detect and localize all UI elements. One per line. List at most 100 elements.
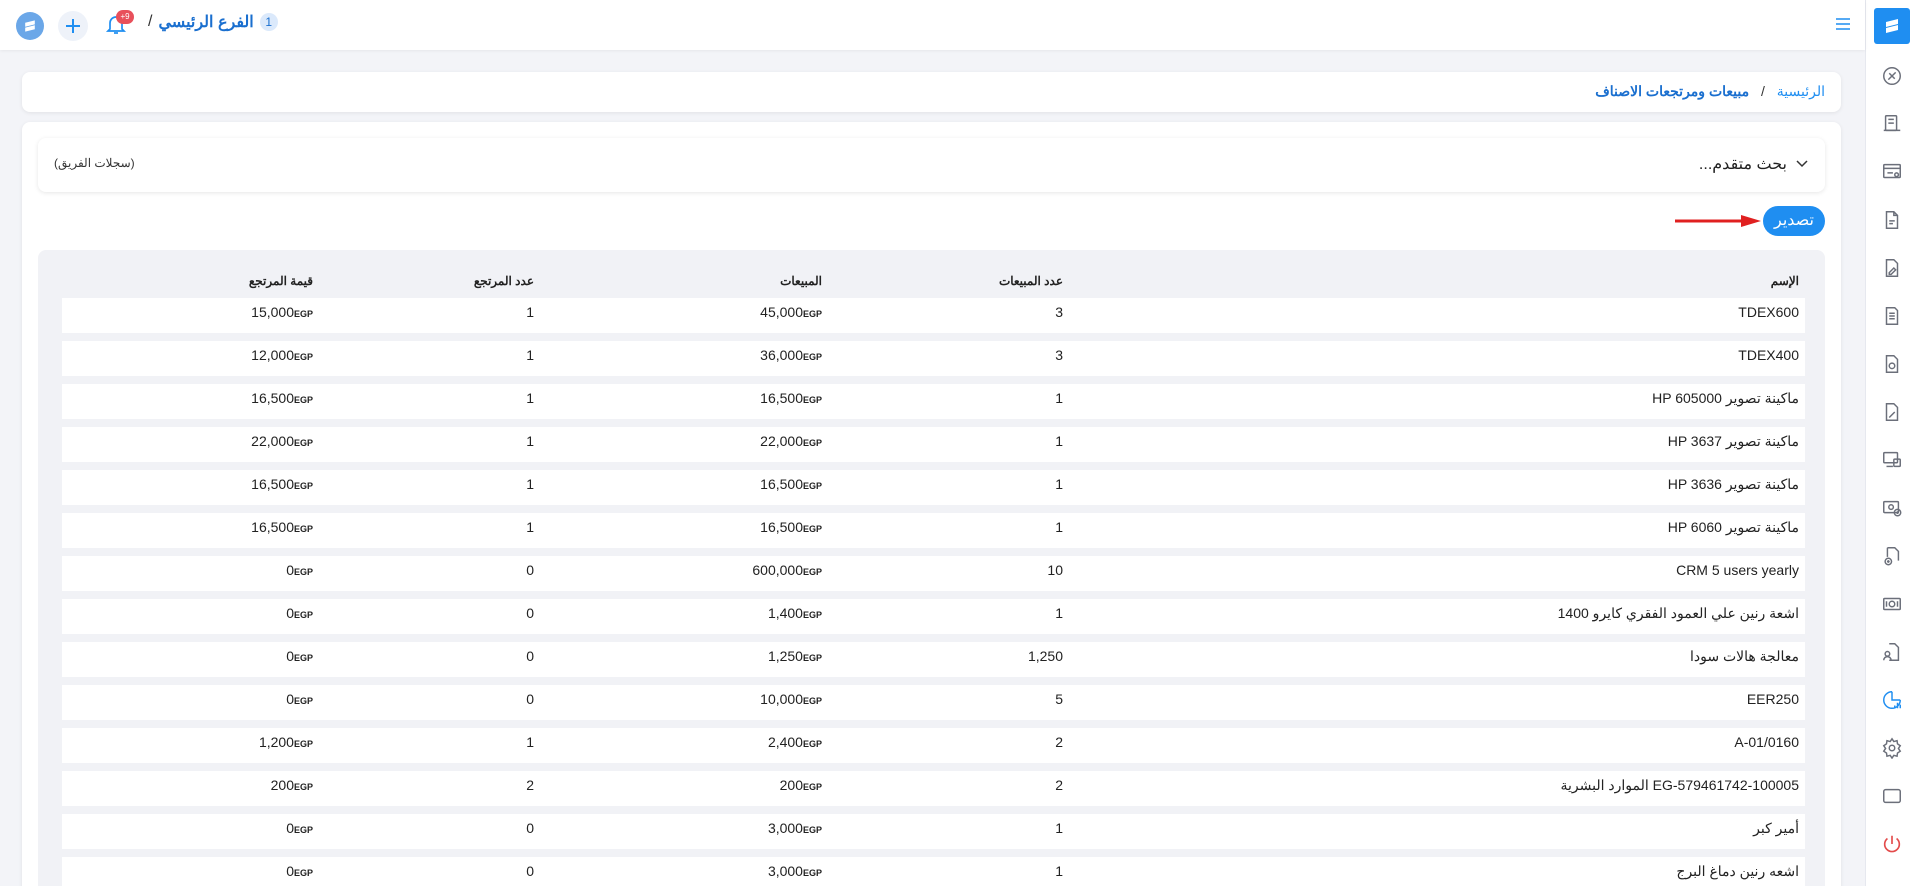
money-add-icon[interactable] (1865, 484, 1919, 532)
breadcrumb-separator: / (1760, 83, 1765, 99)
cell-sales-count-value: 1 (1055, 433, 1063, 449)
gear-icon[interactable] (1865, 724, 1919, 772)
brand-logo-icon[interactable] (16, 12, 44, 40)
window-icon[interactable] (1865, 772, 1919, 820)
cell-name: EER250 (1747, 691, 1799, 707)
cell-returns-value-value: 16,500 (251, 519, 294, 535)
breadcrumb-home-link[interactable]: الرئيسية (1777, 83, 1825, 99)
table-header: الإسم عدد المبيعات المبيعات عدد المرتجع … (62, 274, 1805, 294)
currency-label: EGP (802, 782, 822, 792)
cell-name: اشعة رنين علي العمود الفقري كايرو 1400 (1558, 605, 1799, 622)
table-row[interactable]: معالجة هالات سودا 1,250 1,250EGP 0 0EGP (62, 642, 1805, 677)
branch-number-badge: 1 (259, 13, 278, 31)
cell-returns-count: 1 (526, 734, 534, 750)
table-row[interactable]: EG-579461742-100005 الموارد البشرية 2 200E… (62, 771, 1805, 806)
cell-sales: 16,500EGP (760, 476, 822, 492)
contract-edit-icon[interactable] (1865, 388, 1919, 436)
currency-label: EGP (293, 524, 313, 534)
cell-returns-count-value: 0 (526, 605, 534, 621)
cell-returns-value-value: 16,500 (251, 476, 294, 492)
power-icon[interactable] (1865, 820, 1919, 868)
cell-returns-value-value: 0 (286, 691, 294, 707)
cell-name-value: معالجة هالات سودا (1689, 648, 1799, 664)
dashboard-icon[interactable] (1865, 52, 1919, 100)
table-row[interactable]: ماكينة تصوير HP 3637 1 22,000EGP 1 22,000EGP (62, 427, 1805, 462)
table-row[interactable]: ماكينة تصوير HP 605000 1 16,500EGP 1 16,500E… (62, 384, 1805, 419)
document-edit-icon[interactable] (1865, 244, 1919, 292)
pos-icon[interactable] (1865, 100, 1919, 148)
cell-name: CRM 5 users yearly (1676, 562, 1799, 578)
cell-sales-count-value: 1 (1055, 476, 1063, 492)
currency-label: EGP (802, 825, 822, 835)
table-body: TDEX600 3 45,000EGP 1 15,000EGP TDEX400 3 36,00… (62, 298, 1805, 886)
cell-returns-count: 0 (526, 605, 534, 621)
table-row[interactable]: CRM 5 users yearly 10 600,000EGP 0 0EGP (62, 556, 1805, 591)
cell-sales: 1,400EGP (768, 605, 822, 621)
cell-returns-count: 1 (526, 519, 534, 535)
cell-sales-count: 1 (1055, 820, 1063, 836)
file-list-icon[interactable] (1865, 292, 1919, 340)
table-row[interactable]: اشعه رنين دماغ البرج 1 3,000EGP 0 0EGP (62, 857, 1805, 886)
cell-sales-value: 1,400 (767, 605, 803, 621)
cell-sales: 16,500EGP (760, 390, 822, 406)
cell-sales-count: 1 (1055, 476, 1063, 492)
currency-label: EGP (802, 438, 822, 448)
cell-sales: 36,000EGP (760, 347, 822, 363)
cell-name-value: اشعة رنين علي العمود الفقري كايرو 1400 (1557, 605, 1799, 621)
cell-name: ماكينة تصوير HP 3637 (1668, 433, 1799, 450)
document-add-icon[interactable] (1865, 532, 1919, 580)
table-row[interactable]: TDEX600 3 45,000EGP 1 15,000EGP (62, 298, 1805, 333)
cell-name: A-01/0160 (1734, 734, 1799, 750)
cell-name: اشعه رنين دماغ البرج (1676, 863, 1799, 880)
cell-returns-value-value: 16,500 (251, 390, 294, 406)
table-row[interactable]: اشعة رنين علي العمود الفقري كايرو 1400 1 1… (62, 599, 1805, 634)
cell-returns-value: 0EGP (286, 820, 313, 836)
file-user-icon[interactable] (1865, 628, 1919, 676)
cell-sales-count-value: 1 (1055, 390, 1063, 406)
red-arrow-annotation-icon (1675, 215, 1761, 227)
cell-returns-count-value: 1 (526, 390, 534, 406)
cell-name: EG-579461742-100005 الموارد البشرية (1561, 777, 1800, 794)
invoice-icon[interactable] (1865, 148, 1919, 196)
cell-sales: 45,000EGP (760, 304, 822, 320)
currency-label: EGP (802, 653, 822, 663)
document-icon[interactable] (1865, 196, 1919, 244)
cell-name-value: اشعه رنين دماغ البرج (1676, 863, 1799, 879)
cell-sales-count-value: 1 (1055, 820, 1063, 836)
cell-sales-value: 3,000 (767, 863, 803, 879)
export-button[interactable]: تصدير (1763, 206, 1825, 236)
cell-sales: 16,500EGP (760, 519, 822, 535)
add-new-button[interactable] (58, 11, 88, 41)
advanced-search-panel[interactable]: بحث متقدم... (سجلات الفريق) (38, 138, 1825, 192)
cell-sales-count: 2 (1055, 734, 1063, 750)
app-logo-icon[interactable] (1874, 8, 1910, 44)
table-row[interactable]: A-01/0160 2 2,400EGP 1 1,200EGP (62, 728, 1805, 763)
cell-returns-count: 1 (526, 433, 534, 449)
table-row[interactable]: TDEX400 3 36,000EGP 1 12,000EGP (62, 341, 1805, 376)
table-row[interactable]: EER250 5 10,000EGP 0 0EGP (62, 685, 1805, 720)
table-row[interactable]: ماكينة تصوير HP 3636 1 16,500EGP 1 16,500EGP (62, 470, 1805, 505)
hamburger-menu-icon[interactable] (1833, 14, 1853, 34)
cell-sales-value: 3,000 (767, 820, 803, 836)
cell-returns-value: 0EGP (286, 863, 313, 879)
advanced-search-toggle[interactable]: بحث متقدم... (1699, 154, 1809, 174)
cell-returns-count-value: 0 (526, 562, 534, 578)
cash-icon[interactable] (1865, 580, 1919, 628)
currency-label: EGP (802, 739, 822, 749)
notifications-button[interactable]: +9 (104, 10, 134, 40)
cell-sales-value: 45,000 (760, 304, 803, 320)
contract-icon[interactable] (1865, 340, 1919, 388)
cell-name: ماكينة تصوير HP 605000 (1652, 390, 1799, 407)
currency-label: EGP (802, 696, 822, 706)
cell-name-value: A-01/0160 (1734, 734, 1799, 750)
report-chart-icon[interactable] (1865, 676, 1919, 724)
branch-selector[interactable]: / الفرع الرئيسي 1 (148, 12, 278, 32)
cell-returns-count-value: 0 (526, 648, 534, 664)
cell-returns-count-value: 2 (526, 777, 534, 793)
table-row[interactable]: ماكينة تصوير HP 6060 1 16,500EGP 1 16,500EGP (62, 513, 1805, 548)
screen-pos-icon[interactable] (1865, 436, 1919, 484)
currency-label: EGP (802, 567, 822, 577)
cell-sales-count: 1,250 (1028, 648, 1063, 664)
table-row[interactable]: أمير كبر 1 3,000EGP 0 0EGP (62, 814, 1805, 849)
currency-label: EGP (293, 739, 313, 749)
